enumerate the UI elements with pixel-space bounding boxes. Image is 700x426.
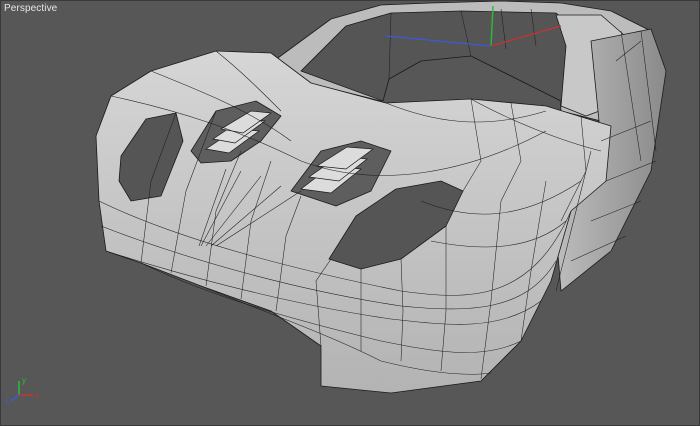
scene-canvas[interactable]: y x z: [1, 1, 699, 425]
tripod-z-label: z: [5, 396, 9, 405]
tripod-x-label: x: [35, 391, 39, 400]
tripod-z-axis: [10, 394, 20, 402]
car-body-mesh[interactable]: [95, 1, 667, 394]
tripod-y-label: y: [22, 376, 26, 385]
view-axis-tripod: y x z: [5, 376, 39, 405]
perspective-viewport[interactable]: Perspective y x z: [0, 0, 700, 426]
